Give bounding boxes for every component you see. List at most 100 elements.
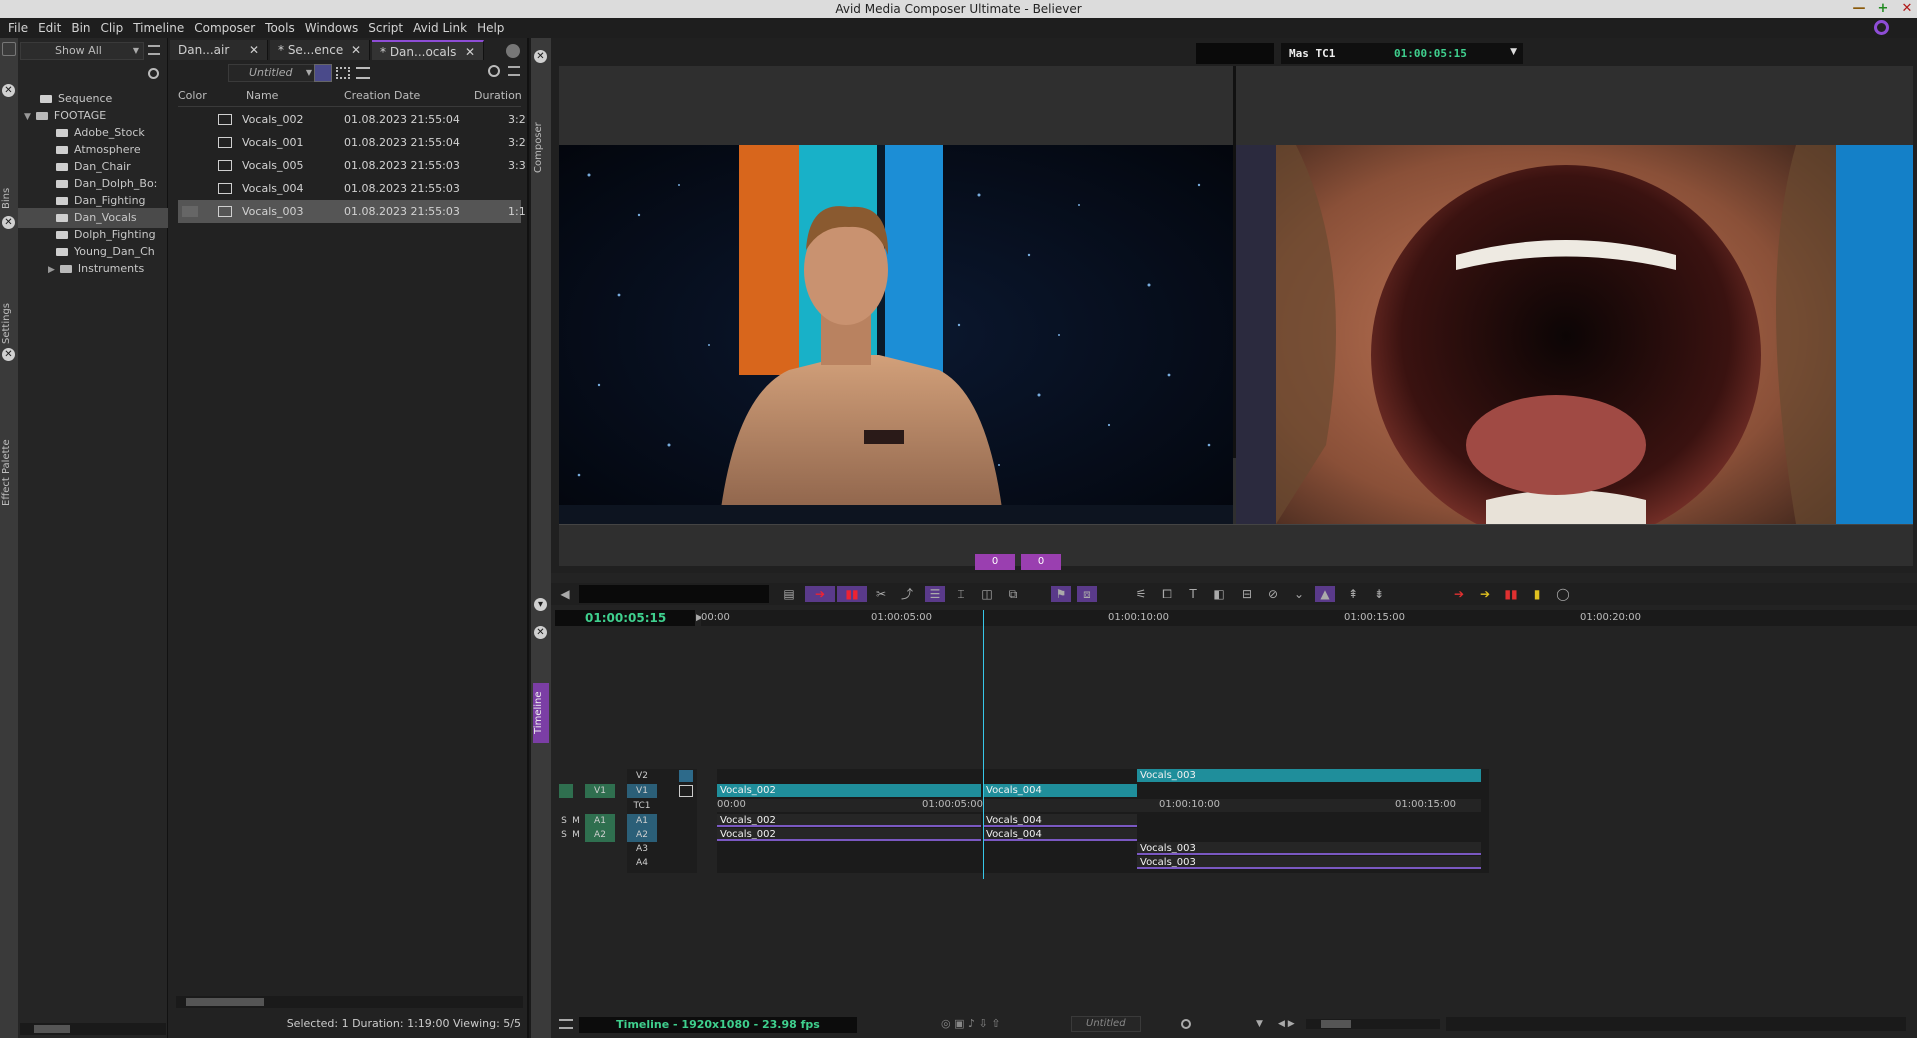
folder-item-instruments[interactable]: ▶ Instruments (18, 259, 168, 279)
clip-v2-vocals-003[interactable]: Vocals_003 (1137, 769, 1481, 782)
move-up-icon[interactable]: ⇞ (1343, 586, 1363, 602)
track-a3[interactable]: A3 (627, 842, 657, 856)
audio-icon[interactable]: ♪ (968, 1017, 975, 1030)
splice-in-button[interactable]: ➔ (805, 586, 835, 602)
close-tab-icon[interactable]: ✕ (465, 42, 475, 62)
disable-icon[interactable]: ⊘ (1263, 586, 1283, 602)
clip-a1-vocals-002[interactable]: Vocals_002 (717, 814, 981, 827)
clip-a2-vocals-002[interactable]: Vocals_002 (717, 828, 981, 841)
yellow-arrow-icon[interactable]: ➔ (1475, 586, 1495, 602)
composer-tab[interactable]: Composer (533, 98, 549, 198)
search-icon[interactable] (488, 65, 500, 77)
tab-dan-vocals[interactable]: * Dan...ocals ✕ (372, 40, 484, 60)
link-icon[interactable]: ⧠ (1157, 586, 1177, 602)
down-arrow-icon[interactable]: ⇩ (979, 1017, 988, 1030)
close-settings-icon[interactable]: ✕ (2, 216, 15, 229)
yellow-overwrite-icon[interactable]: ▮ (1527, 586, 1547, 602)
zoom-slider-thumb[interactable] (1321, 1020, 1351, 1028)
audio-mix-icon[interactable]: ⚟ (1131, 586, 1151, 602)
clip-v1-vocals-002[interactable]: Vocals_002 (717, 784, 981, 797)
menu-avid-link[interactable]: Avid Link (413, 21, 467, 35)
red-arrow-icon[interactable]: ➔ (1449, 586, 1469, 602)
mute-button[interactable]: M (571, 814, 581, 828)
menu-timeline[interactable]: Timeline (133, 21, 184, 35)
bin-view-dropdown[interactable]: Untitled ▼ (228, 64, 316, 82)
menu-tools[interactable]: Tools (265, 21, 295, 35)
cut-icon[interactable]: ✂ (871, 586, 891, 602)
text-tool-icon[interactable]: T (1183, 586, 1203, 602)
tab-effect-palette[interactable]: Effect Palette (1, 418, 17, 528)
timeline-timecode[interactable]: 01:00:05:15 (555, 610, 695, 626)
track-a4[interactable]: A4 (627, 856, 657, 870)
record-circle-icon[interactable]: ◯ (1553, 586, 1573, 602)
timeline-view-dropdown[interactable]: Untitled (1071, 1016, 1141, 1032)
slide-icon[interactable]: ⧉ (1003, 586, 1023, 602)
timeline-tab[interactable]: Timeline (533, 683, 549, 743)
search-icon[interactable] (1181, 1019, 1191, 1029)
zoom-arrows-icon[interactable]: ◀ ▶ (1278, 1017, 1302, 1031)
search-icon[interactable] (148, 68, 159, 79)
show-filter-dropdown[interactable]: Show All ▼ (20, 42, 144, 60)
menu-windows[interactable]: Windows (305, 21, 359, 35)
source-track-v1[interactable]: V1 (585, 784, 615, 798)
close-timeline-icon[interactable]: ✕ (534, 626, 547, 639)
column-name[interactable]: Name (246, 86, 326, 106)
column-color[interactable]: Color (178, 86, 218, 106)
record-timecode-display[interactable]: Mas TC1 01:00:05:15 ▼ (1281, 43, 1523, 64)
scrollbar-thumb[interactable] (34, 1025, 70, 1033)
close-composer-icon[interactable]: ✕ (534, 50, 547, 63)
nest-icon[interactable]: ⊟ (1237, 586, 1257, 602)
playhead[interactable] (983, 610, 984, 879)
move-down-icon[interactable]: ⇟ (1369, 586, 1389, 602)
red-overwrite-icon[interactable]: ▮▮ (1501, 586, 1521, 602)
avid-link-status-icon[interactable] (1874, 20, 1889, 35)
frame-view-button[interactable] (314, 64, 332, 82)
monitor-icon[interactable] (679, 770, 693, 782)
menu-bin[interactable]: Bin (71, 21, 90, 35)
clip-a3-vocals-003[interactable]: Vocals_003 (1137, 842, 1481, 855)
hamburger-menu-icon[interactable] (148, 45, 160, 55)
up-arrow-icon[interactable]: ⇧ (991, 1017, 1000, 1030)
lift-icon[interactable]: ⤴ (897, 586, 917, 602)
close-effect-palette-icon[interactable]: ✕ (2, 348, 15, 361)
tab-dan-chair[interactable]: Dan...air ✕ (170, 40, 268, 60)
close-tab-icon[interactable]: ✕ (249, 40, 259, 60)
zoom-slider[interactable] (1306, 1019, 1440, 1029)
film-icon[interactable]: ▣ (954, 1017, 964, 1030)
close-bins-icon[interactable]: ✕ (2, 84, 15, 97)
bin-row[interactable]: Vocals_001 01.08.2023 21:55:04 3:2 (178, 131, 526, 154)
minimize-button[interactable]: — (1848, 1, 1870, 17)
solo-button[interactable]: S (559, 828, 569, 842)
bin-row[interactable]: Vocals_002 01.08.2023 21:55:04 3:2 (178, 108, 526, 131)
column-duration[interactable]: Duration (474, 86, 524, 106)
menu-composer[interactable]: Composer (194, 21, 255, 35)
overwrite-button[interactable]: ▮▮ (837, 586, 867, 602)
timeline-menu-icon[interactable]: ▾ (534, 598, 547, 611)
tab-sequence[interactable]: * Se...ence ✕ (270, 40, 370, 60)
extract-button[interactable]: ☰ (925, 586, 945, 602)
bin-row[interactable]: Vocals_005 01.08.2023 21:55:03 3:3 (178, 154, 526, 177)
sync-lock-button[interactable]: ▲ (1315, 586, 1335, 602)
clip-a1-vocals-004[interactable]: Vocals_004 (983, 814, 1137, 827)
record-monitor-toggle[interactable] (559, 784, 573, 798)
menu-clip[interactable]: Clip (101, 21, 124, 35)
trim-icon[interactable]: ⌶ (951, 586, 971, 602)
chevron-down-icon[interactable]: ▼ (1256, 1017, 1274, 1031)
timeline-search-field[interactable] (579, 585, 769, 603)
timeline-ruler[interactable]: 00:00 01:00:05:00 01:00:10:00 01:00:15:0… (701, 610, 1917, 626)
record-icon[interactable]: ◎ (941, 1017, 951, 1030)
mute-button[interactable]: M (571, 828, 581, 842)
menu-script[interactable]: Script (368, 21, 403, 35)
source-track-badge[interactable]: 0 (975, 554, 1015, 570)
clip-a4-vocals-003[interactable]: Vocals_003 (1137, 856, 1481, 869)
folder-horizontal-scrollbar[interactable] (20, 1023, 166, 1035)
record-track-badge[interactable]: 0 (1021, 554, 1061, 570)
collapse-icon[interactable] (2, 42, 16, 56)
track-v2[interactable]: V2 (627, 769, 657, 783)
hamburger-menu-icon[interactable] (559, 1019, 573, 1029)
source-monitor-image[interactable] (559, 145, 1233, 524)
bin-options-icon[interactable] (506, 44, 520, 58)
script-view-icon[interactable] (336, 67, 350, 79)
menu-file[interactable]: File (8, 21, 28, 35)
track-tc1[interactable]: TC1 (627, 799, 657, 813)
